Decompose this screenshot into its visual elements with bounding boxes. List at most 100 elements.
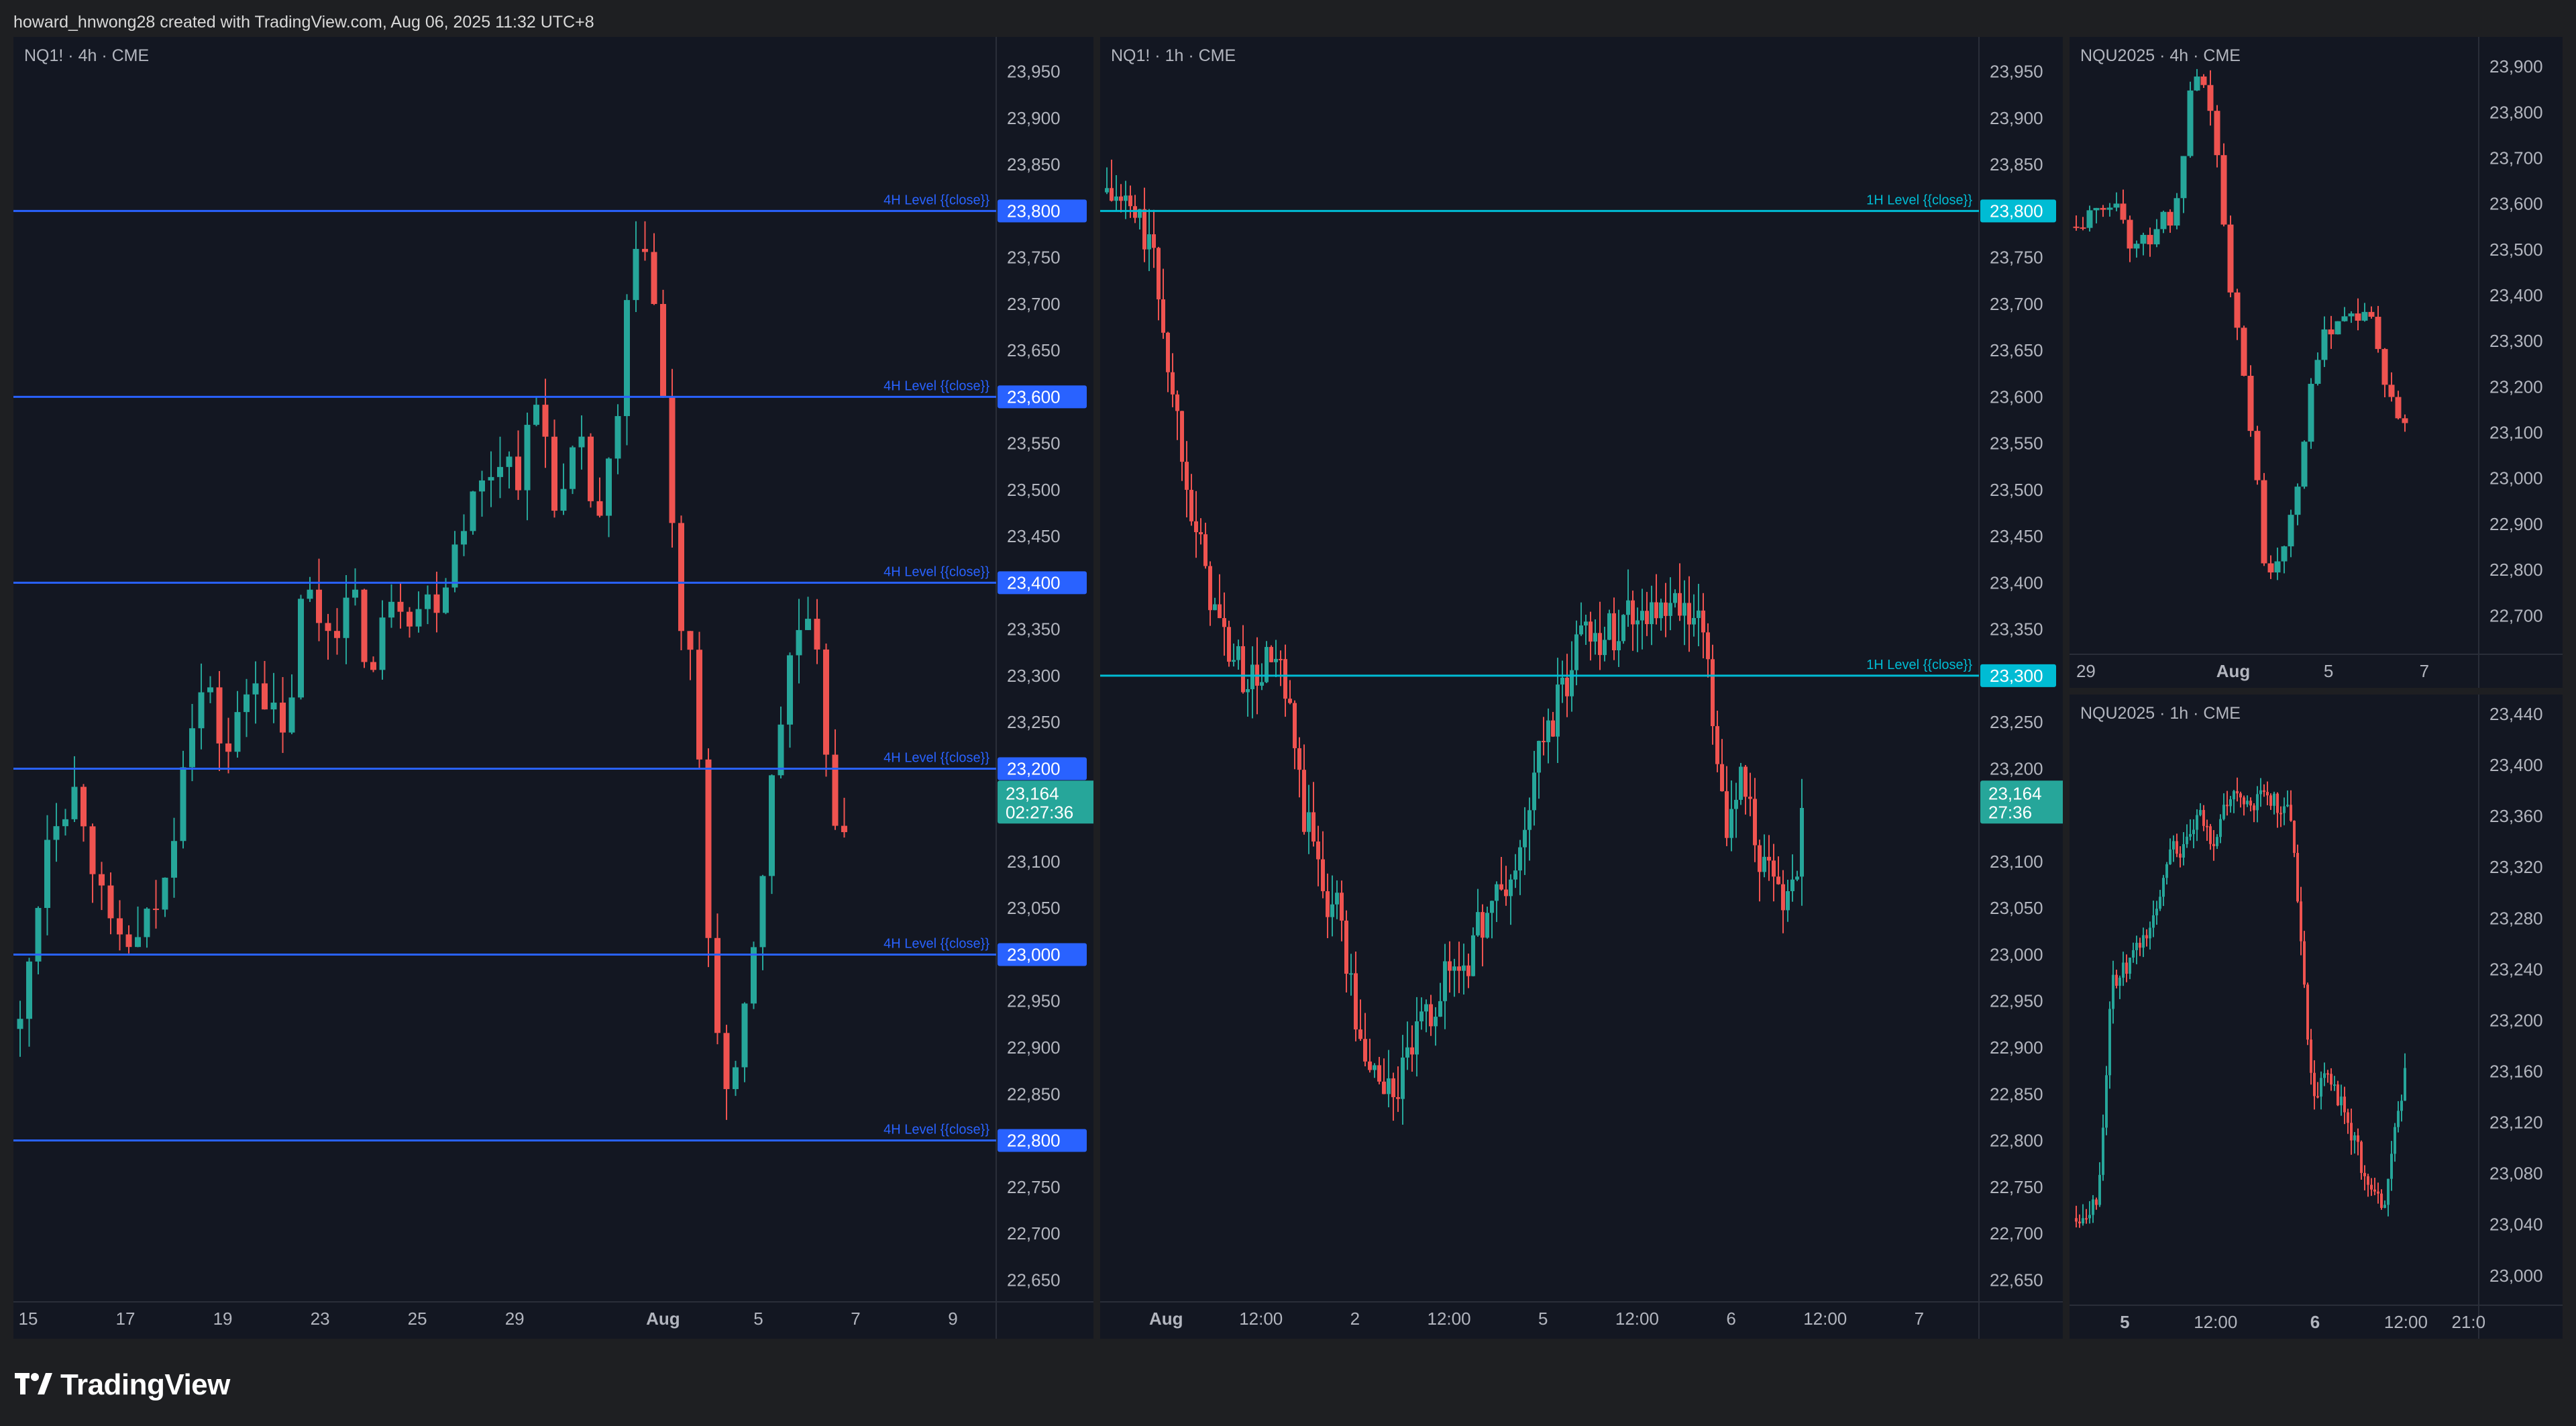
candle-body bbox=[125, 934, 132, 948]
candle-body bbox=[2340, 1097, 2343, 1106]
candle-body bbox=[370, 662, 376, 670]
candle-body bbox=[1171, 372, 1175, 395]
x-tick-label: 23 bbox=[311, 1309, 330, 1329]
chart-svg-nqu-4h[interactable]: 23,900 23,800 23,700 23,600 23,500 23,400 23,3… bbox=[2070, 37, 2563, 688]
candle-body bbox=[1316, 841, 1320, 860]
chart-panel-nq-4h[interactable]: 23,950 23,900 23,850 23,800 23,750 23,700 23,6… bbox=[13, 37, 1093, 1339]
candle-body bbox=[1321, 859, 1325, 892]
candle-body bbox=[2159, 897, 2161, 909]
candle-body bbox=[26, 961, 32, 1019]
candle-body bbox=[388, 601, 394, 618]
candle-body bbox=[352, 589, 358, 598]
candle-body bbox=[1227, 627, 1231, 662]
candle-body bbox=[2333, 1084, 2336, 1086]
candle-body bbox=[1330, 904, 1334, 917]
candle-body bbox=[2179, 854, 2182, 858]
candle-body bbox=[1659, 602, 1663, 619]
candle-body bbox=[1495, 884, 1499, 901]
candle-body bbox=[1279, 658, 1283, 660]
candle-body bbox=[135, 937, 141, 948]
y-tick-label: 23,850 bbox=[1007, 154, 1061, 174]
x-tick-label: 6 bbox=[1726, 1309, 1735, 1329]
chart-title: NQ1! · 1h · CME bbox=[1111, 46, 1236, 65]
level-price-tag-text: 22,800 bbox=[1007, 1131, 1061, 1151]
candle-body bbox=[2286, 805, 2289, 807]
candle-body bbox=[2145, 935, 2148, 939]
candle-body bbox=[2397, 1111, 2400, 1127]
chart-panel-nqu-1h[interactable]: 23,440 23,400 23,360 23,320 23,280 23,240 23,2… bbox=[2070, 695, 2563, 1339]
candle-body bbox=[2316, 1096, 2319, 1098]
candle-body bbox=[1743, 766, 1748, 797]
candle-body bbox=[2139, 942, 2141, 948]
candle-body bbox=[1513, 870, 1517, 880]
candle-body bbox=[733, 1067, 739, 1089]
candle-body bbox=[1241, 646, 1245, 693]
candle-body bbox=[2330, 1074, 2332, 1085]
x-tick-label: 12:00 bbox=[1615, 1309, 1659, 1329]
candle-body bbox=[2207, 85, 2214, 111]
candle-body bbox=[515, 456, 521, 491]
candle-body bbox=[80, 786, 87, 827]
candle-body bbox=[2234, 292, 2241, 328]
y-tick-label: 22,650 bbox=[1007, 1270, 1061, 1290]
candle-body bbox=[1405, 1047, 1409, 1058]
chart-panel-nq-1h[interactable]: 23,950 23,900 23,850 23,800 23,750 23,700 23,6… bbox=[1100, 37, 2063, 1339]
candle-body bbox=[1373, 1065, 1377, 1070]
y-tick-label: 23,200 bbox=[1990, 758, 2043, 778]
candle-body bbox=[2380, 1193, 2383, 1208]
y-tick-label: 23,800 bbox=[2489, 102, 2543, 122]
y-tick-label: 23,600 bbox=[2489, 194, 2543, 214]
y-tick-label: 23,360 bbox=[2489, 806, 2543, 826]
candle-body bbox=[1157, 248, 1161, 300]
y-tick-label: 23,000 bbox=[2489, 1266, 2543, 1286]
candle-body bbox=[2129, 958, 2131, 974]
candle-body bbox=[2293, 821, 2296, 854]
candle-body bbox=[1288, 699, 1292, 703]
candle-body bbox=[262, 683, 268, 710]
y-tick-label: 23,650 bbox=[1990, 340, 2043, 360]
x-tick-label: Aug bbox=[646, 1309, 680, 1329]
candle-body bbox=[2105, 1075, 2108, 1128]
candle-body bbox=[1147, 234, 1151, 250]
candle-body bbox=[2381, 349, 2388, 385]
candle-body bbox=[542, 405, 549, 437]
candle-body bbox=[687, 631, 694, 650]
candle-body bbox=[225, 743, 231, 752]
candle-body bbox=[198, 692, 205, 729]
candle-body bbox=[2361, 311, 2368, 321]
candle-body bbox=[2115, 974, 2118, 986]
chart-svg-nq-1h[interactable]: 23,950 23,900 23,850 23,800 23,750 23,700 23,6… bbox=[1100, 37, 2063, 1339]
candle-body bbox=[2246, 801, 2249, 805]
candle-body bbox=[2373, 1189, 2376, 1192]
candle-body bbox=[1377, 1065, 1381, 1082]
candle-body bbox=[2132, 950, 2135, 958]
chart-svg-nqu-1h[interactable]: 23,440 23,400 23,360 23,320 23,280 23,240 23,2… bbox=[2070, 695, 2563, 1339]
candle-body bbox=[2174, 198, 2180, 226]
candle-body bbox=[787, 655, 793, 725]
candle-body bbox=[1142, 209, 1146, 250]
candle-body bbox=[814, 619, 820, 650]
candle-body bbox=[1419, 1011, 1424, 1021]
candle-body bbox=[614, 416, 621, 459]
y-tick-label: 23,450 bbox=[1990, 526, 2043, 546]
level-label: 4H Level {{close}} bbox=[883, 378, 989, 393]
candle-body bbox=[2281, 546, 2288, 562]
candle-body bbox=[2294, 487, 2301, 515]
candle-body bbox=[1265, 647, 1269, 682]
candle-body bbox=[461, 531, 467, 545]
candle-body bbox=[71, 786, 78, 819]
candle-body bbox=[2196, 815, 2198, 830]
candle-body bbox=[180, 767, 186, 842]
y-tick-label: 23,250 bbox=[1990, 712, 2043, 732]
chart-panel-nqu-4h[interactable]: 23,900 23,800 23,700 23,600 23,500 23,400 23,3… bbox=[2070, 37, 2563, 688]
tradingview-logo[interactable]: TradingView bbox=[15, 1365, 230, 1405]
candle-body bbox=[2120, 203, 2127, 220]
candle-body bbox=[506, 456, 513, 467]
candle-body bbox=[451, 544, 458, 588]
chart-svg-nq-4h[interactable]: 23,950 23,900 23,850 23,800 23,750 23,700 23,6… bbox=[13, 37, 1093, 1339]
candle-body bbox=[298, 599, 304, 698]
candle-body bbox=[2239, 793, 2242, 798]
y-tick-label: 22,750 bbox=[1990, 1177, 2043, 1197]
candle-body bbox=[1429, 1004, 1433, 1027]
candle-body bbox=[2140, 235, 2147, 244]
